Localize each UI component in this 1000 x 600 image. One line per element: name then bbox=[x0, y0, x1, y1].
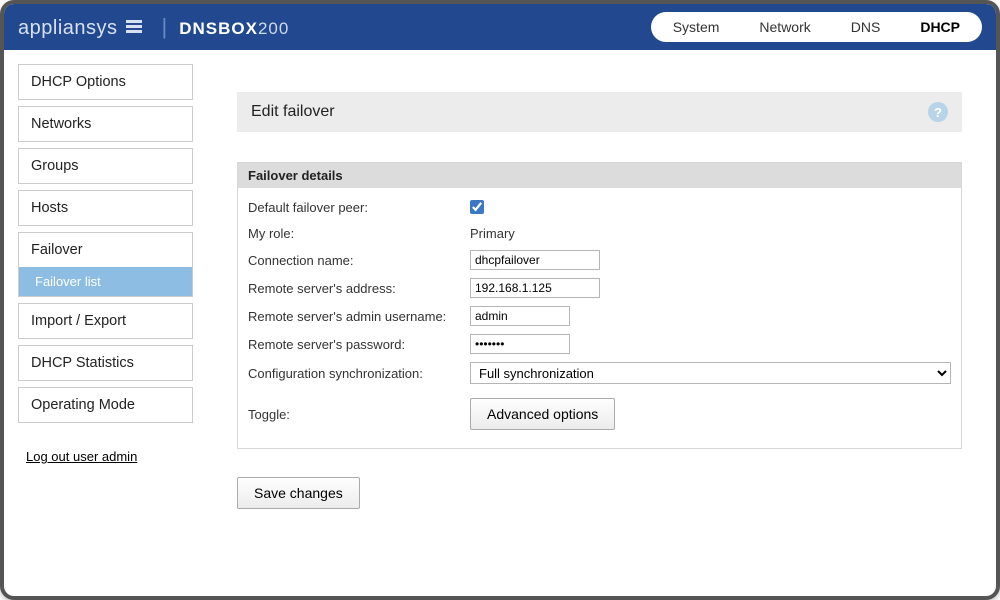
advanced-options-button[interactable]: Advanced options bbox=[470, 398, 615, 430]
nav-dhcp[interactable]: DHCP bbox=[920, 19, 960, 35]
row-remote-username: Remote server's admin username: bbox=[248, 302, 951, 330]
checkbox-default-peer[interactable] bbox=[470, 200, 484, 214]
brand-bars-icon bbox=[126, 20, 142, 34]
app-window: appliansys | DNSBOX200 System Network DN… bbox=[0, 0, 1000, 600]
label-default-peer: Default failover peer: bbox=[248, 200, 470, 215]
brand: appliansys | DNSBOX200 bbox=[18, 14, 289, 40]
sidebar-group-failover: Failover Failover list bbox=[18, 232, 193, 297]
label-remote-username: Remote server's admin username: bbox=[248, 309, 470, 324]
label-role: My role: bbox=[248, 226, 470, 241]
panel-title: Edit failover bbox=[251, 103, 335, 121]
sidebar-item-hosts[interactable]: Hosts bbox=[18, 190, 193, 226]
sidebar-item-dhcp-statistics[interactable]: DHCP Statistics bbox=[18, 345, 193, 381]
label-remote-address: Remote server's address: bbox=[248, 281, 470, 296]
logout-row: Log out user admin bbox=[18, 449, 193, 464]
failover-form: Default failover peer: My role: Primary … bbox=[238, 188, 961, 448]
product-name: DNSBOX200 bbox=[179, 19, 289, 39]
brand-separator: | bbox=[162, 14, 168, 40]
top-bar: appliansys | DNSBOX200 System Network DN… bbox=[4, 4, 996, 50]
sidebar-item-dhcp-options[interactable]: DHCP Options bbox=[18, 64, 193, 100]
row-connection-name: Connection name: bbox=[248, 246, 951, 274]
label-connection-name: Connection name: bbox=[248, 253, 470, 268]
label-config-sync: Configuration synchronization: bbox=[248, 366, 470, 381]
help-icon[interactable]: ? bbox=[928, 102, 948, 122]
row-config-sync: Configuration synchronization: Full sync… bbox=[248, 358, 951, 388]
sidebar-item-operating-mode[interactable]: Operating Mode bbox=[18, 387, 193, 423]
input-remote-address[interactable] bbox=[470, 278, 600, 298]
row-remote-password: Remote server's password: bbox=[248, 330, 951, 358]
sidebar-item-networks[interactable]: Networks bbox=[18, 106, 193, 142]
row-role: My role: Primary bbox=[248, 220, 951, 246]
section-title: Failover details bbox=[238, 163, 961, 188]
logout-link[interactable]: Log out user admin bbox=[26, 449, 137, 464]
row-default-peer: Default failover peer: bbox=[248, 194, 951, 220]
input-remote-password[interactable] bbox=[470, 334, 570, 354]
top-nav: System Network DNS DHCP bbox=[651, 12, 982, 42]
sidebar: DHCP Options Networks Groups Hosts Failo… bbox=[18, 64, 193, 582]
row-toggle: Toggle: Advanced options bbox=[248, 388, 951, 436]
label-remote-password: Remote server's password: bbox=[248, 337, 470, 352]
panel-body: Failover details Default failover peer: … bbox=[237, 162, 962, 449]
sidebar-item-import-export[interactable]: Import / Export bbox=[18, 303, 193, 339]
row-remote-address: Remote server's address: bbox=[248, 274, 951, 302]
product-model: 200 bbox=[258, 19, 289, 38]
sidebar-subitem-failover-list[interactable]: Failover list bbox=[19, 267, 192, 296]
main-panel: Edit failover ? Failover details Default… bbox=[207, 64, 982, 582]
panel-header: Edit failover ? bbox=[237, 92, 962, 132]
input-connection-name[interactable] bbox=[470, 250, 600, 270]
nav-system[interactable]: System bbox=[673, 19, 720, 35]
nav-network[interactable]: Network bbox=[759, 19, 810, 35]
sidebar-item-groups[interactable]: Groups bbox=[18, 148, 193, 184]
nav-dns[interactable]: DNS bbox=[851, 19, 881, 35]
value-role: Primary bbox=[470, 226, 515, 241]
save-row: Save changes bbox=[237, 477, 962, 509]
save-button[interactable]: Save changes bbox=[237, 477, 360, 509]
label-toggle: Toggle: bbox=[248, 407, 470, 422]
select-config-sync[interactable]: Full synchronization bbox=[470, 362, 951, 384]
sidebar-item-failover[interactable]: Failover bbox=[19, 233, 192, 267]
product-bold: DNSBOX bbox=[179, 19, 258, 38]
input-remote-username[interactable] bbox=[470, 306, 570, 326]
brand-logo: appliansys bbox=[18, 17, 118, 40]
content-area: DHCP Options Networks Groups Hosts Failo… bbox=[4, 50, 996, 596]
